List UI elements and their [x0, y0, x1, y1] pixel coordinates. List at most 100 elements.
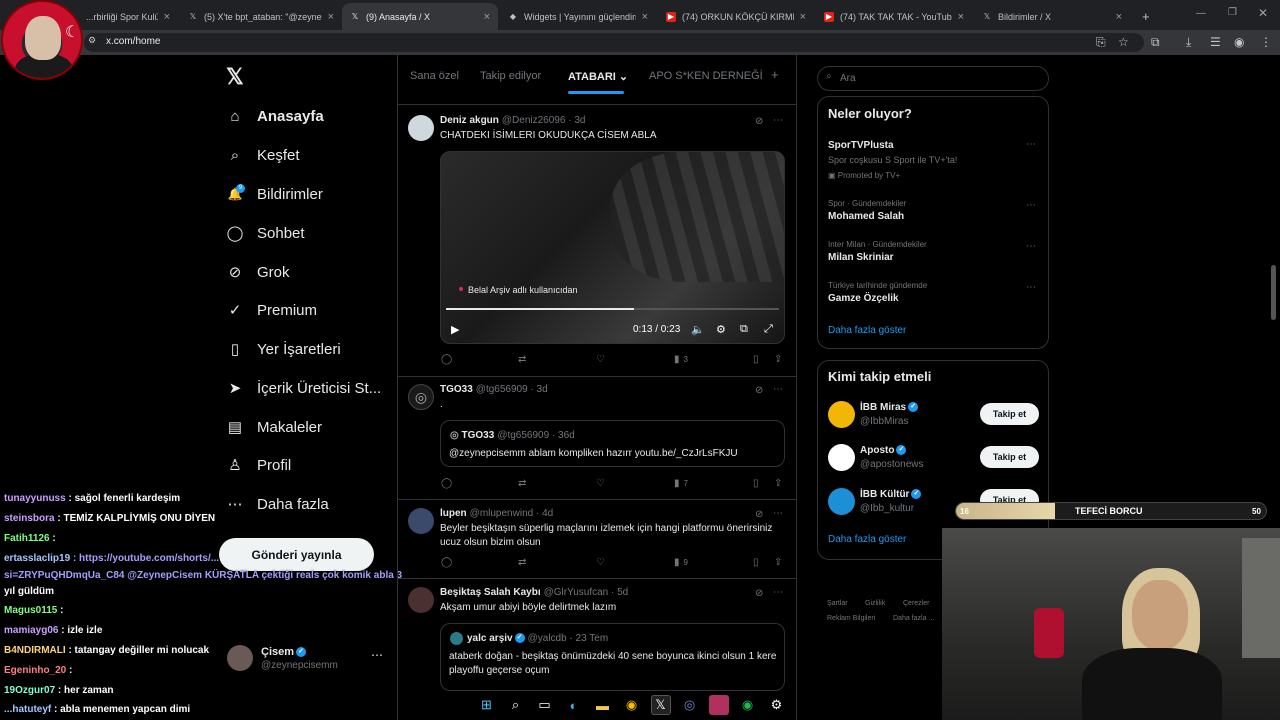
browser-tab[interactable]: ▶ (74) TAK TAK TAK - YouTube ×	[816, 3, 972, 30]
chrome-icon[interactable]: ◉	[622, 695, 642, 715]
nav-more[interactable]: ⋯ Daha fazla	[226, 489, 329, 519]
more-icon[interactable]: ⋯	[773, 115, 783, 126]
tweet-author[interactable]: Deniz akgun @Deniz26096 · 3d	[440, 115, 585, 126]
maximize-icon[interactable]: ❐	[1228, 7, 1237, 18]
menu-icon[interactable]: ⋮	[1260, 35, 1272, 49]
footer-link[interactable]: Daha fazla ...	[893, 615, 934, 622]
avatar[interactable]	[828, 401, 855, 428]
profile-icon[interactable]: ◉	[1234, 35, 1244, 49]
tab-for-you[interactable]: Sana özel	[410, 70, 459, 82]
close-tab-icon[interactable]: ×	[958, 11, 964, 23]
grok-icon[interactable]: ⊘	[755, 509, 763, 520]
nav-creator-studio[interactable]: ➤ İçerik Üreticisi St...	[226, 373, 381, 403]
settings-icon[interactable]: ⚙	[716, 323, 726, 336]
file-explorer-icon[interactable]: ▬	[593, 695, 613, 715]
more-icon[interactable]: ⋯	[773, 508, 783, 519]
browser-tab[interactable]: ▶ (74) ORKUN KÖKÇÜ KIRMIZI K... ×	[658, 3, 814, 30]
more-icon[interactable]: ⋯	[1026, 200, 1036, 211]
bookmark-icon[interactable]: ▯	[753, 354, 759, 365]
nav-grok[interactable]: ⊘ Grok	[226, 257, 290, 287]
tweet-author[interactable]: Beşiktaş Salah Kaybı @GlrYusufcan · 5d	[440, 587, 628, 598]
media-icon[interactable]: ☰	[1210, 35, 1221, 49]
close-tab-icon[interactable]: ×	[642, 11, 648, 23]
trends-show-more-link[interactable]: Daha fazla göster	[828, 325, 906, 336]
browser-tab[interactable]: 𝕏 (5) X'te bpt_ataban: "@zeynep... ×	[180, 3, 342, 30]
more-icon[interactable]: ⋯	[1026, 139, 1036, 150]
minimize-icon[interactable]: —	[1196, 8, 1206, 19]
more-icon[interactable]: ⋯	[773, 384, 783, 395]
close-tab-icon[interactable]: ×	[328, 11, 334, 23]
nav-articles[interactable]: ▤ Makaleler	[226, 412, 322, 442]
more-icon[interactable]: ⋯	[1026, 282, 1036, 293]
task-view-icon[interactable]: ▭	[535, 695, 555, 715]
footer-link[interactable]: Reklam Bilgileri	[827, 615, 875, 622]
trend-name[interactable]: Mohamed Salah	[828, 211, 904, 222]
close-tab-icon[interactable]: ×	[484, 11, 490, 23]
bookmark-icon[interactable]: ▯	[753, 478, 759, 489]
close-tab-icon[interactable]: ×	[1116, 11, 1122, 23]
share-icon[interactable]: ⇪	[774, 478, 782, 489]
download-icon[interactable]: ⤓	[1186, 35, 1191, 50]
avatar[interactable]: ◎	[408, 384, 434, 410]
reply-button[interactable]: ◯	[441, 354, 456, 365]
retweet-button[interactable]: ⇄	[518, 354, 530, 365]
grok-icon[interactable]: ⊘	[755, 385, 763, 396]
site-info-icon[interactable]: ⚙	[88, 35, 96, 46]
tab-atabari[interactable]: ATABARI ⌄	[568, 70, 628, 83]
grok-icon[interactable]: ⊘	[755, 116, 763, 127]
trend-name[interactable]: Milan Skriniar	[828, 252, 894, 263]
follow-button[interactable]: Takip et	[980, 403, 1039, 425]
browser-tab-active[interactable]: 𝕏 (9) Anasayfa / X ×	[342, 3, 498, 30]
footer-link[interactable]: Şartlar	[827, 600, 848, 607]
nav-home[interactable]: ⌂ Anasayfa	[226, 101, 323, 131]
omnibox[interactable]	[84, 33, 1144, 52]
play-icon[interactable]: ▶	[451, 323, 459, 336]
trend-name[interactable]: SporTVPlusta	[828, 140, 894, 151]
tweet-author[interactable]: lupen @mlupenwind · 4d	[440, 508, 553, 519]
nav-premium[interactable]: ✓ Premium	[226, 295, 317, 325]
new-tab-button[interactable]: +	[1134, 3, 1156, 30]
add-tab-button[interactable]: +	[771, 67, 779, 82]
follow-show-more-link[interactable]: Daha fazla göster	[828, 534, 906, 545]
retweet-button[interactable]: ⇄	[518, 478, 530, 489]
x-app-icon[interactable]: 𝕏	[650, 695, 671, 715]
page-scrollbar[interactable]	[1271, 265, 1276, 320]
footer-link[interactable]: Çerezler	[903, 600, 929, 607]
avatar[interactable]	[828, 444, 855, 471]
avatar[interactable]	[408, 115, 434, 141]
settings-icon[interactable]: ⚙	[767, 695, 787, 715]
nav-profile[interactable]: ♙ Profil	[226, 450, 291, 480]
avatar[interactable]	[227, 645, 253, 671]
post-button[interactable]: Gönderi yayınla	[219, 538, 374, 571]
nav-bookmarks[interactable]: ▯ Yer İşaretleri	[226, 334, 341, 364]
nav-chat[interactable]: ◯ Sohbet	[226, 218, 305, 248]
follow-name[interactable]: İBB Miras ✓	[860, 402, 919, 413]
more-icon[interactable]: ⋯	[1026, 241, 1036, 252]
nav-explore[interactable]: ⌕ Keşfet	[226, 140, 300, 170]
avatar[interactable]	[408, 587, 434, 613]
profile-name[interactable]: Çisem ✓	[261, 646, 307, 658]
close-tab-icon[interactable]: ×	[800, 11, 806, 23]
edge-icon[interactable]: ◐	[564, 695, 584, 715]
footer-link[interactable]: Gizlilik	[865, 600, 885, 607]
follow-button[interactable]: Takip et	[980, 446, 1039, 468]
browser-tab[interactable]: 𝕏 Bildirimler / X ×	[974, 3, 1130, 30]
like-button[interactable]: ♡	[596, 354, 609, 365]
avatar[interactable]	[408, 508, 434, 534]
views-button[interactable]: ▮ 3	[674, 354, 688, 365]
close-tab-icon[interactable]: ×	[164, 11, 170, 23]
follow-name[interactable]: İBB Kültür ✓	[860, 489, 922, 500]
bookmark-icon[interactable]: ▯	[753, 557, 759, 568]
more-icon[interactable]: ⋯	[773, 587, 783, 598]
spotify-icon[interactable]: ◉	[738, 695, 758, 715]
retweet-button[interactable]: ⇄	[518, 557, 530, 568]
bookmark-star-icon[interactable]: ☆	[1118, 35, 1129, 49]
views-button[interactable]: ▮ 9	[674, 557, 688, 568]
browser-tab[interactable]: ...rbirliği Spor Kulübü ×	[78, 3, 178, 30]
browser-tab[interactable]: ◆ Widgets | Yayınını güçlendirme... ×	[500, 3, 656, 30]
like-button[interactable]: ♡	[596, 557, 609, 568]
volume-icon[interactable]: 🔈	[691, 323, 705, 336]
x-logo-icon[interactable]: 𝕏	[226, 64, 244, 90]
install-icon[interactable]: ⎘	[1096, 35, 1106, 50]
video-progress-bar[interactable]	[446, 308, 779, 310]
